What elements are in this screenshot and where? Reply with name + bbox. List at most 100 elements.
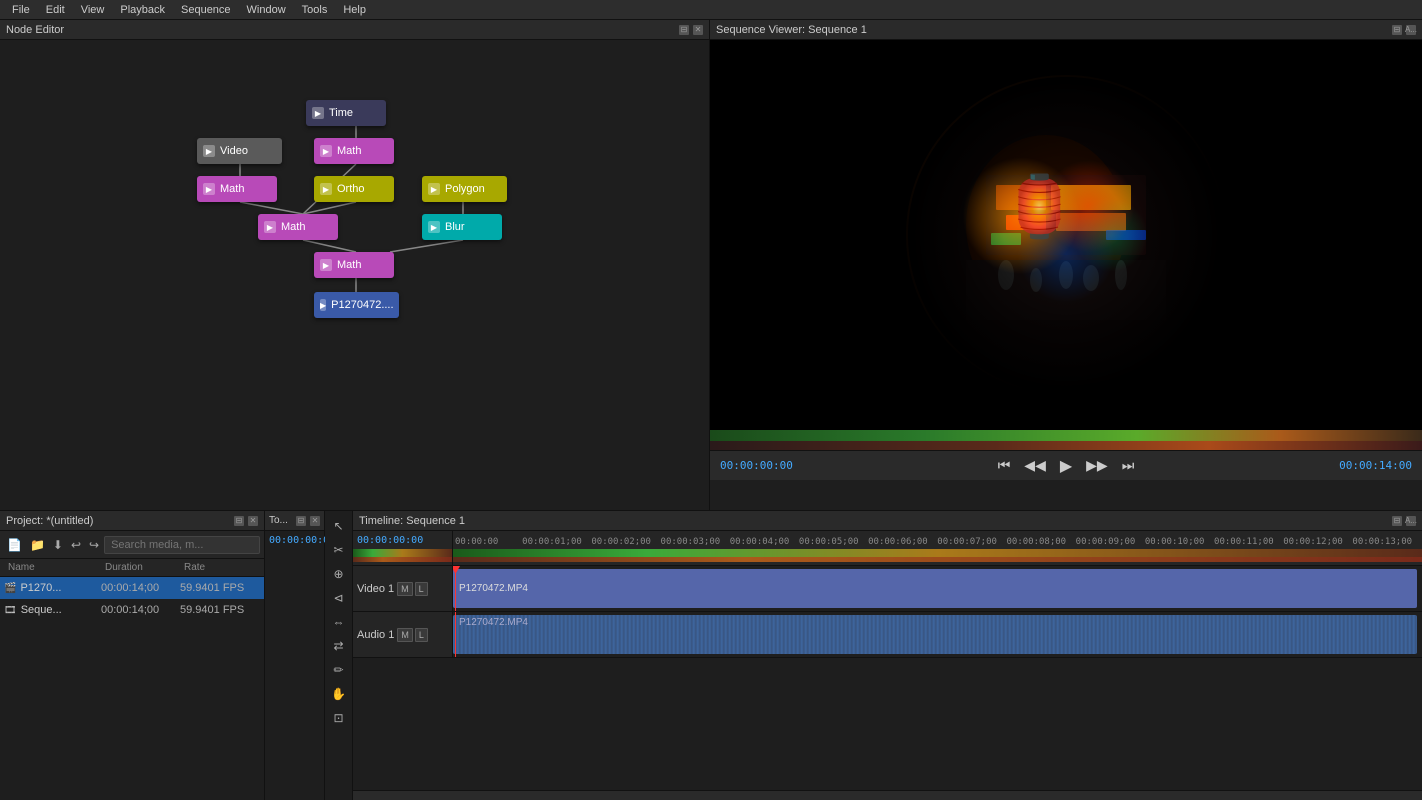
node-video[interactable]: ▶ Video: [197, 138, 282, 164]
timecode-minimize[interactable]: ⊟: [296, 516, 306, 526]
project-close[interactable]: ✕: [248, 516, 258, 526]
video-clip[interactable]: P1270472.MP4: [453, 569, 1417, 608]
tool-arrow[interactable]: ↖: [328, 515, 350, 537]
viewer-time-start: 00:00:00:00: [720, 459, 793, 472]
audio-mute-btn[interactable]: M: [397, 628, 413, 642]
node-math1-arrow: ▶: [320, 145, 332, 157]
project-new-btn[interactable]: 📄: [4, 536, 25, 554]
waveform-visual: [453, 615, 1417, 654]
node-time-label: Time: [329, 107, 353, 119]
project-undo-btn[interactable]: ↩: [68, 536, 84, 554]
timeline-expand[interactable]: ⊟: [1392, 516, 1402, 526]
menu-tools[interactable]: Tools: [294, 2, 336, 18]
project-item-sequence[interactable]: 🎞 Seque... 00:00:14;00 59.9401 FPS: [0, 599, 264, 621]
node-editor-canvas[interactable]: ▶ Time ▶ Video ▶ Math ▶ Math: [0, 40, 709, 510]
timecode-close[interactable]: ✕: [310, 516, 320, 526]
timeline-ruler-ticks[interactable]: 00:00:00 00:00:01;00 00:00:02;00 00:00:0…: [453, 531, 1422, 566]
item-name-sequence: Seque...: [21, 604, 97, 616]
timeline-tick-marks: 00:00:00 00:00:01;00 00:00:02;00 00:00:0…: [453, 531, 1422, 549]
node-math3-label: Math: [281, 221, 305, 233]
col-rate: Rate: [180, 562, 260, 573]
tool-razor[interactable]: ✂: [328, 539, 350, 561]
menu-help[interactable]: Help: [335, 2, 374, 18]
menu-sequence[interactable]: Sequence: [173, 2, 239, 18]
tick-0: 00:00:00: [455, 537, 498, 547]
project-minimize[interactable]: ⊟: [234, 516, 244, 526]
timeline-ruler-labels: 00:00:00:00: [353, 531, 453, 566]
menu-playback[interactable]: Playback: [112, 2, 173, 18]
audio-track-header: Audio 1 M L: [353, 612, 453, 657]
sequence-viewer-titlebar: Sequence Viewer: Sequence 1 ⊟ A...: [710, 20, 1422, 40]
audio-track-row: Audio 1 M L P1270472.MP4: [353, 612, 1422, 658]
node-time-arrow: ▶: [312, 107, 324, 119]
tool-slide[interactable]: ⇄: [328, 635, 350, 657]
project-panel: Project: *(untitled) ⊟ ✕ 📄 📁 ⬇ ↩ ↪ ☰ ⊞ N…: [0, 511, 265, 800]
transport-step-back[interactable]: ⏮: [994, 455, 1015, 476]
item-rate-video: 59.9401 FPS: [180, 582, 260, 594]
node-math4[interactable]: ▶ Math: [314, 252, 394, 278]
tool-zoom[interactable]: ⊕: [328, 563, 350, 585]
node-editor-close[interactable]: ✕: [693, 25, 703, 35]
item-duration-sequence: 00:00:14;00: [101, 604, 176, 616]
timeline-titlebar: Timeline: Sequence 1 ⊟ A...: [353, 511, 1422, 531]
node-media[interactable]: ▶ P1270472....: [314, 292, 399, 318]
tool-track-select[interactable]: ⊲: [328, 587, 350, 609]
node-math2[interactable]: ▶ Math: [197, 176, 277, 202]
node-math3[interactable]: ▶ Math: [258, 214, 338, 240]
node-math4-label: Math: [337, 259, 361, 271]
timeline-horizontal-scrollbar[interactable]: [353, 790, 1422, 800]
tick-11: 00:00:11;00: [1214, 537, 1274, 547]
node-math1[interactable]: ▶ Math: [314, 138, 394, 164]
project-import-btn[interactable]: ⬇: [50, 536, 66, 554]
project-columns: Name Duration Rate: [0, 559, 264, 577]
transport-play[interactable]: ▶: [1056, 454, 1076, 478]
menu-file[interactable]: File: [4, 2, 38, 18]
transport-step-forward[interactable]: ⏭: [1118, 455, 1139, 476]
viewer-svg: [906, 75, 1226, 395]
sequence-viewer-close[interactable]: A...: [1406, 25, 1416, 35]
menu-window[interactable]: Window: [239, 2, 294, 18]
node-polygon[interactable]: ▶ Polygon: [422, 176, 507, 202]
timeline-progress-green: [453, 549, 1422, 557]
project-search[interactable]: [104, 536, 260, 554]
video-mute-btn[interactable]: M: [397, 582, 413, 596]
main-layout: Node Editor ⊟ ✕: [0, 20, 1422, 800]
video-lock-btn[interactable]: L: [415, 582, 428, 596]
tick-10: 00:00:10;00: [1145, 537, 1205, 547]
node-blur[interactable]: ▶ Blur: [422, 214, 502, 240]
audio-playhead: [455, 612, 456, 657]
project-item-video[interactable]: 🎬 P1270... 00:00:14;00 59.9401 FPS: [0, 577, 264, 599]
transport-fast-forward[interactable]: ▶▶: [1082, 455, 1112, 476]
tool-hand[interactable]: ✋: [328, 683, 350, 705]
top-area: Node Editor ⊟ ✕: [0, 20, 1422, 510]
tool-slip[interactable]: ⇔: [328, 611, 350, 633]
transport-rewind[interactable]: ◀◀: [1020, 455, 1050, 476]
timecode-titlebar: To... ⊟ ✕: [265, 511, 324, 531]
node-ortho-arrow: ▶: [320, 183, 332, 195]
project-folder-btn[interactable]: 📁: [27, 536, 48, 554]
sequence-viewer-expand[interactable]: ⊟: [1392, 25, 1402, 35]
project-redo-btn[interactable]: ↪: [86, 536, 102, 554]
node-editor-minimize[interactable]: ⊟: [679, 25, 689, 35]
node-math2-label: Math: [220, 183, 244, 195]
node-video-arrow: ▶: [203, 145, 215, 157]
audio-track-body[interactable]: P1270472.MP4: [453, 612, 1422, 657]
video-track-row: Video 1 M L P1270472.MP4: [353, 566, 1422, 612]
tick-1: 00:00:01;00: [522, 537, 582, 547]
timeline-panel: Timeline: Sequence 1 ⊟ A... 00:00:00:00: [353, 511, 1422, 800]
audio-lock-btn[interactable]: L: [415, 628, 428, 642]
tool-snap[interactable]: ⊡: [328, 707, 350, 729]
node-blur-label: Blur: [445, 221, 465, 233]
menu-edit[interactable]: Edit: [38, 2, 73, 18]
menu-view[interactable]: View: [73, 2, 113, 18]
tick-3: 00:00:03;00: [661, 537, 721, 547]
tool-pen[interactable]: ✏: [328, 659, 350, 681]
tick-6: 00:00:06;00: [868, 537, 928, 547]
timeline-close[interactable]: A...: [1406, 516, 1416, 526]
timeline-ruler-red: [353, 557, 452, 562]
node-ortho[interactable]: ▶ Ortho: [314, 176, 394, 202]
audio-clip[interactable]: P1270472.MP4: [453, 615, 1417, 654]
video-track-body[interactable]: P1270472.MP4: [453, 566, 1422, 611]
node-blur-arrow: ▶: [428, 221, 440, 233]
node-time[interactable]: ▶ Time: [306, 100, 386, 126]
